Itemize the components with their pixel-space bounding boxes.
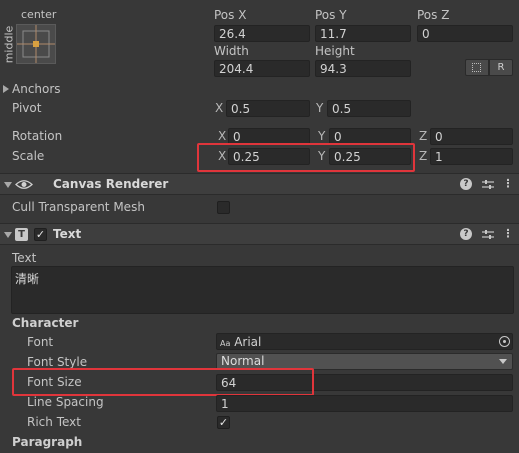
character-section-label: Character [12, 316, 79, 330]
text-enabled-checkbox[interactable]: ✓ [34, 228, 47, 241]
rich-text-checkbox[interactable]: ✓ [217, 416, 230, 429]
canvas-renderer-title: Canvas Renderer [53, 177, 169, 191]
font-asset-icon: Aa [220, 339, 231, 348]
font-value: Arial [234, 335, 262, 349]
pos-x-field[interactable]: 26.4 [214, 25, 310, 42]
anchors-foldout-arrow-icon[interactable] [3, 85, 9, 93]
text-component-title: Text [53, 227, 82, 241]
rotation-x-axis-label: X [218, 129, 227, 143]
chevron-down-icon [499, 359, 507, 364]
raw-edit-button[interactable]: R [489, 59, 513, 76]
font-label: Font [27, 335, 54, 349]
font-object-field[interactable]: Aa Arial [216, 333, 513, 350]
line-spacing-field[interactable]: 1 [216, 395, 513, 412]
text-more-options-icon[interactable]: ⋮ [502, 228, 514, 240]
rotation-z-field[interactable]: 0 [430, 128, 513, 145]
rich-text-label: Rich Text [27, 415, 81, 429]
rotation-z-axis-label: Z [419, 129, 428, 143]
text-component-icon: T [15, 228, 28, 241]
text-foldout-arrow-icon[interactable] [4, 232, 12, 238]
pos-y-field[interactable]: 11.7 [315, 25, 411, 42]
text-content-area[interactable]: 清晰 [11, 266, 514, 314]
help-icon[interactable]: ? [460, 178, 472, 190]
width-field[interactable]: 204.4 [214, 60, 310, 77]
pos-x-label: Pos X [214, 8, 247, 22]
dotted-square-icon [472, 63, 481, 72]
text-presets-icon[interactable] [482, 229, 494, 240]
presets-icon[interactable] [482, 179, 494, 190]
scale-z-field[interactable]: 1 [430, 148, 513, 165]
rotation-label: Rotation [12, 129, 63, 143]
anchor-preset-side-label: middle [2, 25, 16, 64]
width-label: Width [214, 44, 249, 58]
pos-z-field[interactable]: 0 [417, 25, 513, 42]
pivot-y-field[interactable]: 0.5 [327, 100, 411, 117]
scale-label: Scale [12, 149, 45, 163]
text-field-label: Text [12, 251, 37, 265]
pos-y-label: Pos Y [315, 8, 347, 22]
font-style-label: Font Style [27, 355, 88, 369]
more-options-icon[interactable]: ⋮ [502, 178, 514, 190]
object-picker-icon[interactable] [499, 336, 510, 347]
height-field[interactable]: 94.3 [315, 60, 411, 77]
font-size-label-highlight-box [12, 368, 314, 396]
font-style-value: Normal [221, 354, 265, 368]
height-label: Height [315, 44, 355, 58]
anchors-label[interactable]: Anchors [12, 82, 61, 96]
line-spacing-label: Line Spacing [27, 395, 104, 409]
pos-z-label: Pos Z [417, 8, 450, 22]
text-help-icon[interactable]: ? [460, 228, 472, 240]
anchor-preset-top-label: center [21, 8, 57, 21]
eye-icon [15, 180, 33, 189]
text-component-header[interactable]: T ✓ Text ? ⋮ [0, 223, 519, 245]
canvas-renderer-foldout-arrow-icon[interactable] [4, 182, 12, 188]
pivot-label: Pivot [12, 101, 42, 115]
rotation-y-axis-label: Y [318, 129, 326, 143]
anchor-preset-icon [17, 25, 55, 63]
cull-transparent-mesh-checkbox[interactable] [217, 201, 230, 214]
pivot-y-axis-label: Y [316, 101, 324, 115]
scale-z-axis-label: Z [419, 149, 428, 163]
cull-transparent-mesh-label: Cull Transparent Mesh [12, 200, 145, 214]
blueprint-mode-button[interactable] [465, 59, 489, 76]
anchor-preset-button[interactable] [16, 24, 56, 64]
scale-highlight-box [197, 143, 415, 172]
pivot-x-axis-label: X [215, 101, 224, 115]
paragraph-section-label: Paragraph [12, 435, 83, 449]
pivot-x-field[interactable]: 0.5 [226, 100, 310, 117]
canvas-renderer-header[interactable]: Canvas Renderer ? ⋮ [0, 173, 519, 195]
